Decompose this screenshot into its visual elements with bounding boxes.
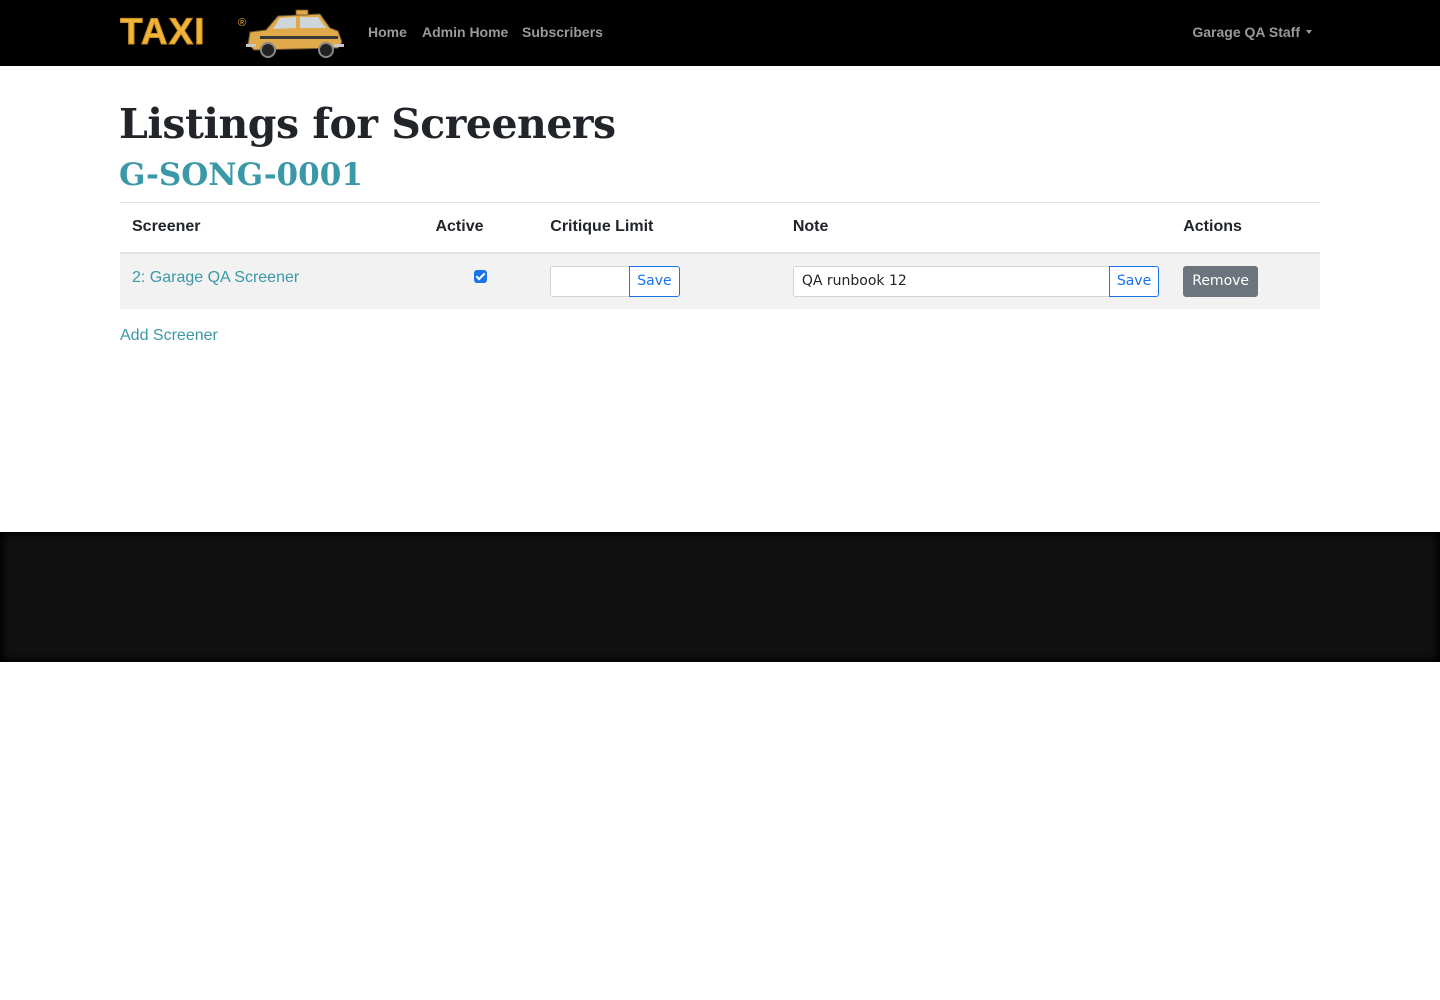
- note-group: QA runbook 12 Save: [792, 265, 1160, 297]
- header-note: Note: [780, 202, 1172, 254]
- screener-link[interactable]: 2: Garage QA Screener: [132, 269, 299, 286]
- header-active: Active: [423, 202, 539, 254]
- save-critique-limit-button[interactable]: Save: [629, 265, 680, 297]
- save-note-button[interactable]: Save: [1108, 265, 1160, 297]
- critique-limit-group: Save: [550, 265, 769, 297]
- caret-down-icon: [1306, 30, 1312, 34]
- remove-button[interactable]: Remove: [1183, 265, 1259, 297]
- header-actions: Actions: [1171, 202, 1320, 254]
- cell-critique-limit: Save: [538, 252, 781, 309]
- user-menu-label: Garage QA Staff: [1192, 24, 1300, 40]
- nav-subscribers-link[interactable]: Subscribers: [522, 23, 603, 41]
- taxi-car-icon: [246, 9, 344, 58]
- logo-wordmark: TAXI: [120, 11, 206, 52]
- add-screener-link[interactable]: Add Screener: [120, 326, 218, 346]
- listing-code-link[interactable]: G-SONG-0001: [119, 154, 363, 196]
- header-screener: Screener: [120, 202, 424, 254]
- cell-note: QA runbook 12 Save: [780, 252, 1172, 309]
- table-row: 2: Garage QA Screener Save QA runbook 12…: [120, 252, 1320, 309]
- footer: [0, 532, 1440, 662]
- nav-admin-home-link[interactable]: Admin Home: [422, 23, 508, 41]
- screeners-table: Screener Active Critique Limit Note Acti…: [120, 202, 1320, 309]
- nav-home-link[interactable]: Home: [368, 23, 407, 41]
- note-input[interactable]: QA runbook 12: [792, 265, 1110, 297]
- taxi-logo[interactable]: TAXI ®: [120, 8, 344, 58]
- active-checkbox[interactable]: [474, 270, 488, 284]
- page-title: Listings for Screeners: [119, 100, 616, 148]
- table-header-row: Screener Active Critique Limit Note Acti…: [120, 202, 1320, 254]
- top-navbar: TAXI ® Home Admin Home Subscribers Garag…: [0, 0, 1440, 66]
- critique-limit-input[interactable]: [550, 265, 631, 297]
- cell-actions: Remove: [1171, 252, 1320, 309]
- cell-active: [423, 252, 539, 309]
- cell-screener: 2: Garage QA Screener: [120, 252, 424, 309]
- registered-mark: ®: [238, 17, 246, 29]
- header-critique-limit: Critique Limit: [538, 202, 781, 254]
- user-menu-dropdown[interactable]: Garage QA Staff: [1192, 23, 1312, 41]
